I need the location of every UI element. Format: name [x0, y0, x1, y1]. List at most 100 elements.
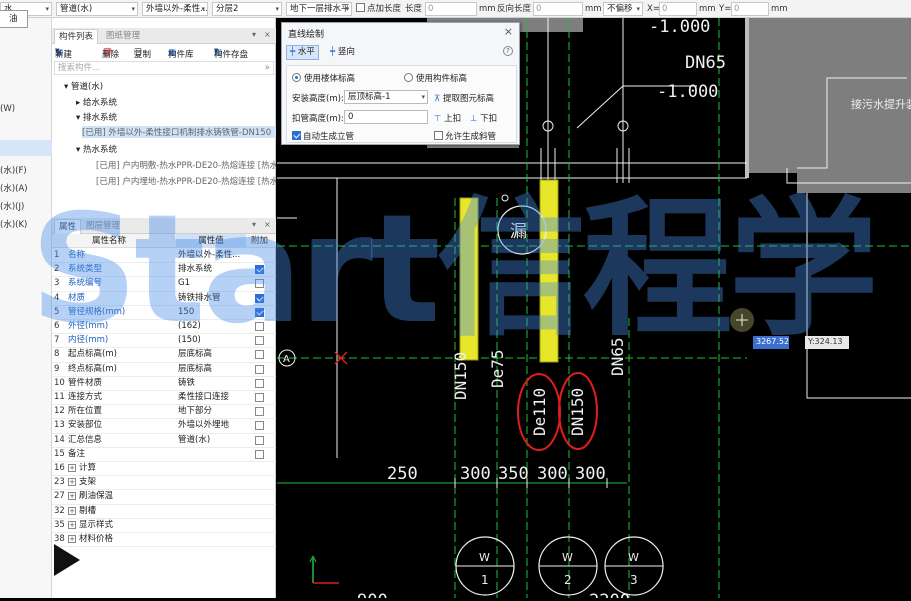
tree-item-selected[interactable]: [已用] 外墙以外-柔性接口机制排水铸铁管-DN150: [82, 126, 276, 138]
property-row[interactable]: 10 管件材质 铸铁: [52, 377, 276, 391]
nav-item[interactable]: (水)(K): [0, 218, 27, 230]
nav-item[interactable]: (水)(F): [0, 164, 27, 176]
property-value[interactable]: 外墙以外-柔性...: [178, 249, 246, 262]
property-row[interactable]: 38 + 材料价格: [52, 533, 276, 548]
close-icon[interactable]: ×: [504, 25, 513, 38]
length-input[interactable]: 0: [425, 2, 477, 16]
property-row[interactable]: 12 所在位置 地下部分: [52, 405, 276, 420]
component-combo[interactable]: 外墙以外-柔性... ▾: [142, 2, 208, 16]
horizontal-button[interactable]: ┿ 水平: [286, 45, 319, 60]
nav-item[interactable]: (W): [0, 104, 15, 114]
type-combo[interactable]: 管道(水) ▾: [56, 2, 138, 16]
coord-y-input[interactable]: Y:324.13: [805, 336, 849, 349]
tab-component-list[interactable]: 构件列表: [54, 29, 99, 44]
property-value[interactable]: 150: [178, 306, 246, 319]
property-extra-checkbox[interactable]: [255, 364, 264, 374]
property-row[interactable]: 16 + 计算: [52, 462, 276, 477]
property-row[interactable]: 13 安装部位 外墙以外埋地: [52, 419, 276, 434]
tab-drawing-management[interactable]: 图纸管理: [102, 29, 144, 44]
x-input[interactable]: 0: [659, 2, 697, 16]
property-value[interactable]: 柔性接口连接: [178, 391, 246, 404]
tab-layer-management[interactable]: 图层管理: [82, 219, 124, 234]
yellow-pipe-left[interactable]: [459, 197, 479, 361]
extract-elevation-button[interactable]: ⊼ 提取图元标高: [434, 92, 494, 104]
radio-component-elevation[interactable]: 使用构件标高: [404, 72, 467, 84]
property-row[interactable]: 1 名称 外墙以外-柔性...: [52, 249, 276, 264]
tree-group-hot-water[interactable]: ▾ 热水系统: [76, 143, 117, 155]
property-row[interactable]: 4 材质 铸铁排水管: [52, 292, 276, 306]
yellow-pipe-right[interactable]: [539, 179, 559, 363]
tab-properties[interactable]: 属性: [54, 219, 82, 234]
property-extra-checkbox[interactable]: [255, 393, 264, 402]
property-value[interactable]: 地下部分: [178, 405, 246, 418]
property-extra-checkbox[interactable]: [255, 435, 264, 445]
property-row[interactable]: 6 外径(mm) (162): [52, 320, 276, 335]
buckle-down-button[interactable]: ⊥ 下扣: [470, 112, 497, 124]
property-row[interactable]: 35 + 显示样式: [52, 519, 276, 533]
component-search-input[interactable]: 搜索构件... »: [54, 61, 274, 75]
tree-group-water-supply[interactable]: ▸ 给水系统: [76, 96, 117, 108]
property-extra-checkbox[interactable]: [255, 407, 264, 417]
point-length-checkbox[interactable]: 点加长度: [356, 3, 401, 15]
property-value[interactable]: 层底标高: [178, 348, 246, 361]
property-row[interactable]: 27 + 刷油保温: [52, 490, 276, 505]
reverse-length-input[interactable]: 0: [533, 2, 583, 16]
nav-item[interactable]: (水)(A): [0, 182, 28, 194]
property-row[interactable]: 2 系统类型 排水系统: [52, 263, 276, 278]
layer-combo[interactable]: 分层2 ▾: [212, 2, 282, 16]
property-value[interactable]: 排水系统: [178, 263, 246, 276]
tree-item[interactable]: [已用] 户内明敷-热水PPR-DE20-热熔连接 [热水系统]: [96, 159, 276, 171]
tree-root[interactable]: ▾ 管道(水): [64, 80, 103, 92]
help-icon[interactable]: ?: [503, 46, 513, 56]
floor-combo[interactable]: 地下一层排水平 ▾: [286, 2, 352, 16]
property-row[interactable]: 23 + 支架: [52, 476, 276, 491]
offset-combo[interactable]: 不偏移 ▾: [603, 2, 643, 16]
expand-icon[interactable]: +: [68, 520, 76, 529]
property-row[interactable]: 5 管径规格(mm) 150: [52, 306, 276, 320]
pin-icon[interactable]: ▾: [252, 30, 256, 39]
save-component-button[interactable]: ▤ 构件存盘 ▾: [214, 46, 248, 60]
property-value[interactable]: 管道(水): [178, 434, 246, 447]
property-row[interactable]: 11 连接方式 柔性接口连接: [52, 391, 276, 406]
property-row[interactable]: 15 备注: [52, 448, 276, 462]
coord-x-input[interactable]: 3267.52: [753, 336, 789, 349]
property-value[interactable]: 铸铁排水管: [178, 292, 246, 305]
property-value[interactable]: (162): [178, 320, 246, 333]
new-button[interactable]: ▣ 新建 ▾: [55, 46, 72, 60]
property-extra-checkbox[interactable]: [255, 336, 264, 346]
property-value[interactable]: 铸铁: [178, 377, 246, 390]
radio-floor-elevation[interactable]: 使用楼体标高: [292, 72, 355, 84]
property-extra-checkbox[interactable]: [255, 293, 264, 303]
property-row[interactable]: 3 系统编号 G1: [52, 277, 276, 292]
tree-item[interactable]: [已用] 户内埋地-热水PPR-DE20-热熔连接 [热水系统]: [96, 175, 276, 187]
property-extra-checkbox[interactable]: [255, 421, 264, 431]
property-extra-checkbox[interactable]: [255, 378, 264, 388]
property-row[interactable]: 7 内径(mm) (150): [52, 334, 276, 349]
expand-icon[interactable]: +: [68, 506, 76, 515]
close-icon[interactable]: ×: [264, 220, 271, 229]
property-extra-checkbox[interactable]: [255, 265, 264, 275]
buckle-up-button[interactable]: ⊤ 上扣: [434, 112, 461, 124]
property-value[interactable]: 外墙以外埋地: [178, 419, 246, 432]
expand-icon[interactable]: +: [68, 492, 76, 501]
close-icon[interactable]: ×: [264, 30, 271, 39]
auto-riser-checkbox[interactable]: 自动生成立管: [292, 130, 354, 142]
property-extra-checkbox[interactable]: [255, 279, 264, 289]
property-row[interactable]: 32 + 剔槽: [52, 505, 276, 519]
expand-icon[interactable]: +: [68, 464, 76, 472]
tree-group-drainage[interactable]: ▾ 排水系统: [76, 111, 117, 123]
property-row[interactable]: 9 终点标高(m) 层底标高: [52, 363, 276, 377]
property-extra-checkbox[interactable]: [255, 322, 264, 331]
y-input[interactable]: 0: [731, 2, 769, 16]
vertical-button[interactable]: ┿ 竖向: [326, 45, 359, 60]
expand-icon[interactable]: +: [68, 535, 76, 543]
property-row[interactable]: 14 汇总信息 管道(水): [52, 434, 276, 448]
buckle-height-input[interactable]: 0: [344, 110, 428, 124]
property-row[interactable]: 8 起点标高(m) 层底标高: [52, 348, 276, 363]
property-value[interactable]: (150): [178, 334, 246, 347]
property-extra-checkbox[interactable]: [255, 307, 264, 317]
expand-icon[interactable]: +: [68, 478, 76, 487]
top-button[interactable]: 油: [0, 10, 28, 28]
property-value[interactable]: G1: [178, 277, 246, 290]
install-height-combo[interactable]: 层顶标高-1 ▾: [344, 90, 428, 104]
